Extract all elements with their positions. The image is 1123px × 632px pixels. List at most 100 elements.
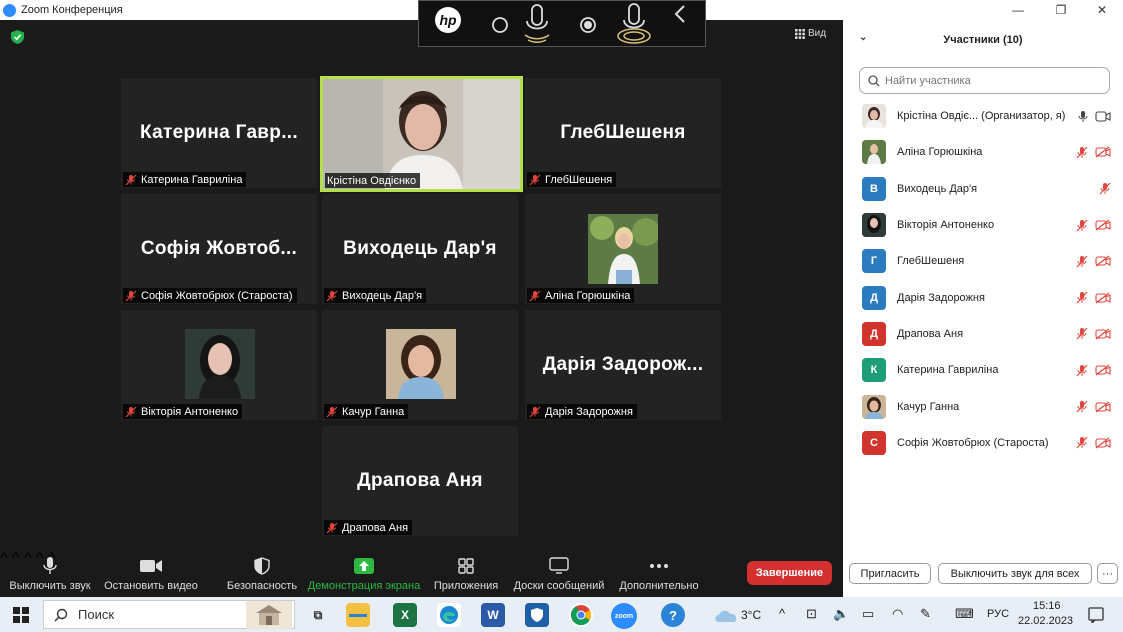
help-icon[interactable]: ? bbox=[661, 603, 685, 627]
collapse-panel-chevron-icon[interactable]: ⌄ bbox=[859, 32, 867, 43]
mic-muted-icon[interactable] bbox=[1076, 400, 1088, 413]
video-off-icon[interactable] bbox=[1095, 219, 1111, 231]
mic-muted-icon[interactable] bbox=[1076, 291, 1088, 304]
panel-more-button[interactable]: ··· bbox=[1097, 563, 1118, 584]
participant-row[interactable]: Г ГлебШешеня bbox=[843, 243, 1123, 279]
microphone-icon[interactable] bbox=[522, 3, 552, 45]
clock-time[interactable]: 15:16 bbox=[1033, 600, 1061, 612]
mute-button[interactable]: Выключить звук bbox=[8, 550, 92, 597]
video-tile[interactable]: Катерина Гавр... Катерина Гавриліна bbox=[121, 78, 317, 188]
taskbar-search-text: Поиск bbox=[78, 607, 115, 622]
wifi-icon[interactable]: ◠ bbox=[892, 606, 903, 622]
participant-row[interactable]: Д Дарія Задорожня bbox=[843, 279, 1123, 315]
zoom-app-icon[interactable]: zoom bbox=[611, 603, 637, 629]
participants-header: ⌄ Участники (10) bbox=[843, 20, 1123, 60]
video-tile-active[interactable]: Крістіна Овдієнко bbox=[320, 76, 523, 192]
participant-row[interactable]: Аліна Горюшкіна bbox=[843, 134, 1123, 170]
participant-row[interactable]: Качур Ганна bbox=[843, 388, 1123, 424]
tile-label: Вікторія Антоненко bbox=[123, 404, 243, 419]
video-tile[interactable]: Виходець Дар'я Виходець Дар'я bbox=[322, 194, 518, 304]
participant-name: Виходець Дар'я bbox=[897, 182, 978, 195]
participants-title: Участники (10) bbox=[943, 34, 1023, 46]
maximize-icon[interactable]: ❐ bbox=[1038, 0, 1084, 20]
video-off-icon[interactable] bbox=[1095, 401, 1111, 413]
video-tile[interactable]: ГлебШешеня ГлебШешеня bbox=[525, 78, 721, 188]
participant-row[interactable]: Д Драпова Аня bbox=[843, 316, 1123, 352]
participant-row[interactable]: Вікторія Антоненко bbox=[843, 207, 1123, 243]
security-button[interactable]: Безопасность bbox=[224, 550, 300, 597]
mic-muted-icon[interactable] bbox=[1076, 255, 1088, 268]
keyboard-icon[interactable]: ⌨ bbox=[955, 606, 974, 622]
video-tile[interactable]: Качур Ганна bbox=[322, 310, 518, 420]
participant-name: Аліна Горюшкіна bbox=[897, 146, 983, 159]
file-explorer-icon[interactable] bbox=[346, 603, 370, 627]
invite-button[interactable]: Пригласить bbox=[849, 563, 931, 584]
video-tile[interactable]: Софія Жовтоб... Софія Жовтобрюх (Старост… bbox=[121, 194, 317, 304]
whiteboard-icon bbox=[549, 557, 569, 574]
excel-icon[interactable]: X bbox=[393, 603, 417, 627]
participant-status bbox=[1076, 146, 1111, 159]
participant-status bbox=[1076, 291, 1111, 304]
participant-row[interactable]: К Катерина Гавриліна bbox=[843, 352, 1123, 388]
video-off-icon[interactable] bbox=[1095, 437, 1111, 449]
video-tile[interactable]: Драпова Аня Драпова Аня bbox=[322, 426, 518, 536]
participant-row[interactable]: В Виходець Дар'я bbox=[843, 171, 1123, 207]
tile-label-text: Качур Ганна bbox=[342, 405, 405, 418]
video-off-icon[interactable] bbox=[1095, 328, 1111, 340]
minimize-icon[interactable]: — bbox=[995, 0, 1041, 20]
stop-video-button[interactable]: Остановить видео bbox=[102, 550, 200, 597]
shield-check-icon[interactable] bbox=[11, 30, 24, 44]
more-button[interactable]: Дополнительно bbox=[616, 550, 702, 597]
clock-date[interactable]: 22.02.2023 bbox=[1018, 615, 1073, 627]
video-tile[interactable]: Дарія Задорож... Дарія Задорожня bbox=[525, 310, 721, 420]
chrome-icon[interactable] bbox=[569, 603, 593, 627]
camera-tray-icon[interactable]: ⊡ bbox=[806, 606, 817, 622]
microphone-surround-icon[interactable] bbox=[614, 2, 654, 46]
record-on-icon[interactable] bbox=[579, 16, 597, 34]
battery-icon[interactable]: ▭ bbox=[862, 606, 874, 622]
mute-all-button[interactable]: Выключить звук для всех bbox=[938, 563, 1092, 584]
tray-expand-chevron-icon[interactable]: ^ bbox=[779, 606, 785, 621]
collapse-chevron-icon[interactable] bbox=[673, 4, 687, 24]
pen-icon[interactable]: ✎ bbox=[920, 606, 931, 622]
edge-browser-icon[interactable] bbox=[437, 603, 461, 627]
video-tile[interactable]: Вікторія Антоненко bbox=[121, 310, 317, 420]
apps-button[interactable]: Приложения bbox=[430, 550, 502, 597]
participant-search[interactable] bbox=[859, 67, 1110, 94]
participant-search-input[interactable] bbox=[885, 74, 1095, 87]
close-icon[interactable]: ✕ bbox=[1079, 0, 1123, 20]
video-off-icon[interactable] bbox=[1095, 364, 1111, 376]
weather-cloud-icon[interactable] bbox=[713, 607, 739, 623]
notifications-icon[interactable] bbox=[1088, 607, 1104, 623]
mic-muted-icon[interactable] bbox=[1076, 219, 1088, 232]
mic-muted-icon[interactable] bbox=[1099, 182, 1111, 195]
video-tile[interactable]: Аліна Горюшкіна bbox=[525, 194, 721, 304]
mute-options-chevron-icon[interactable]: ^ bbox=[0, 550, 8, 567]
taskbar-search[interactable]: Поиск bbox=[43, 600, 295, 629]
weather-temperature[interactable]: 3°C bbox=[741, 608, 761, 622]
defender-icon[interactable] bbox=[525, 603, 549, 627]
task-view-icon[interactable]: ⧉ bbox=[306, 603, 330, 627]
word-icon[interactable]: W bbox=[481, 603, 505, 627]
input-language[interactable]: РУС bbox=[987, 608, 1009, 620]
video-off-icon[interactable] bbox=[1095, 255, 1111, 267]
windows-start-icon[interactable] bbox=[13, 607, 29, 623]
end-meeting-button[interactable]: Завершение bbox=[747, 561, 832, 585]
mic-muted-icon[interactable] bbox=[1076, 146, 1088, 159]
record-off-icon[interactable] bbox=[491, 16, 509, 34]
volume-icon[interactable]: 🔈 bbox=[833, 606, 849, 622]
video-off-icon[interactable] bbox=[1095, 146, 1111, 158]
mic-muted-icon[interactable] bbox=[1076, 327, 1088, 340]
share-screen-button[interactable]: Демонстрация экрана bbox=[308, 550, 420, 597]
participant-row[interactable]: Крістіна Овдіє... (Организатор, я) bbox=[843, 98, 1123, 134]
microphone-icon[interactable] bbox=[1078, 110, 1088, 123]
participant-row[interactable]: С Софія Жовтобрюх (Староста) bbox=[843, 425, 1123, 461]
view-button[interactable]: Вид bbox=[795, 28, 826, 39]
video-off-icon[interactable] bbox=[1095, 292, 1111, 304]
mic-muted-icon[interactable] bbox=[1076, 436, 1088, 449]
tile-display-name: Драпова Аня bbox=[357, 470, 483, 491]
mic-muted-icon bbox=[529, 174, 541, 185]
whiteboards-button[interactable]: Доски сообщений bbox=[510, 550, 608, 597]
video-camera-icon[interactable] bbox=[1095, 111, 1111, 122]
mic-muted-icon[interactable] bbox=[1076, 364, 1088, 377]
